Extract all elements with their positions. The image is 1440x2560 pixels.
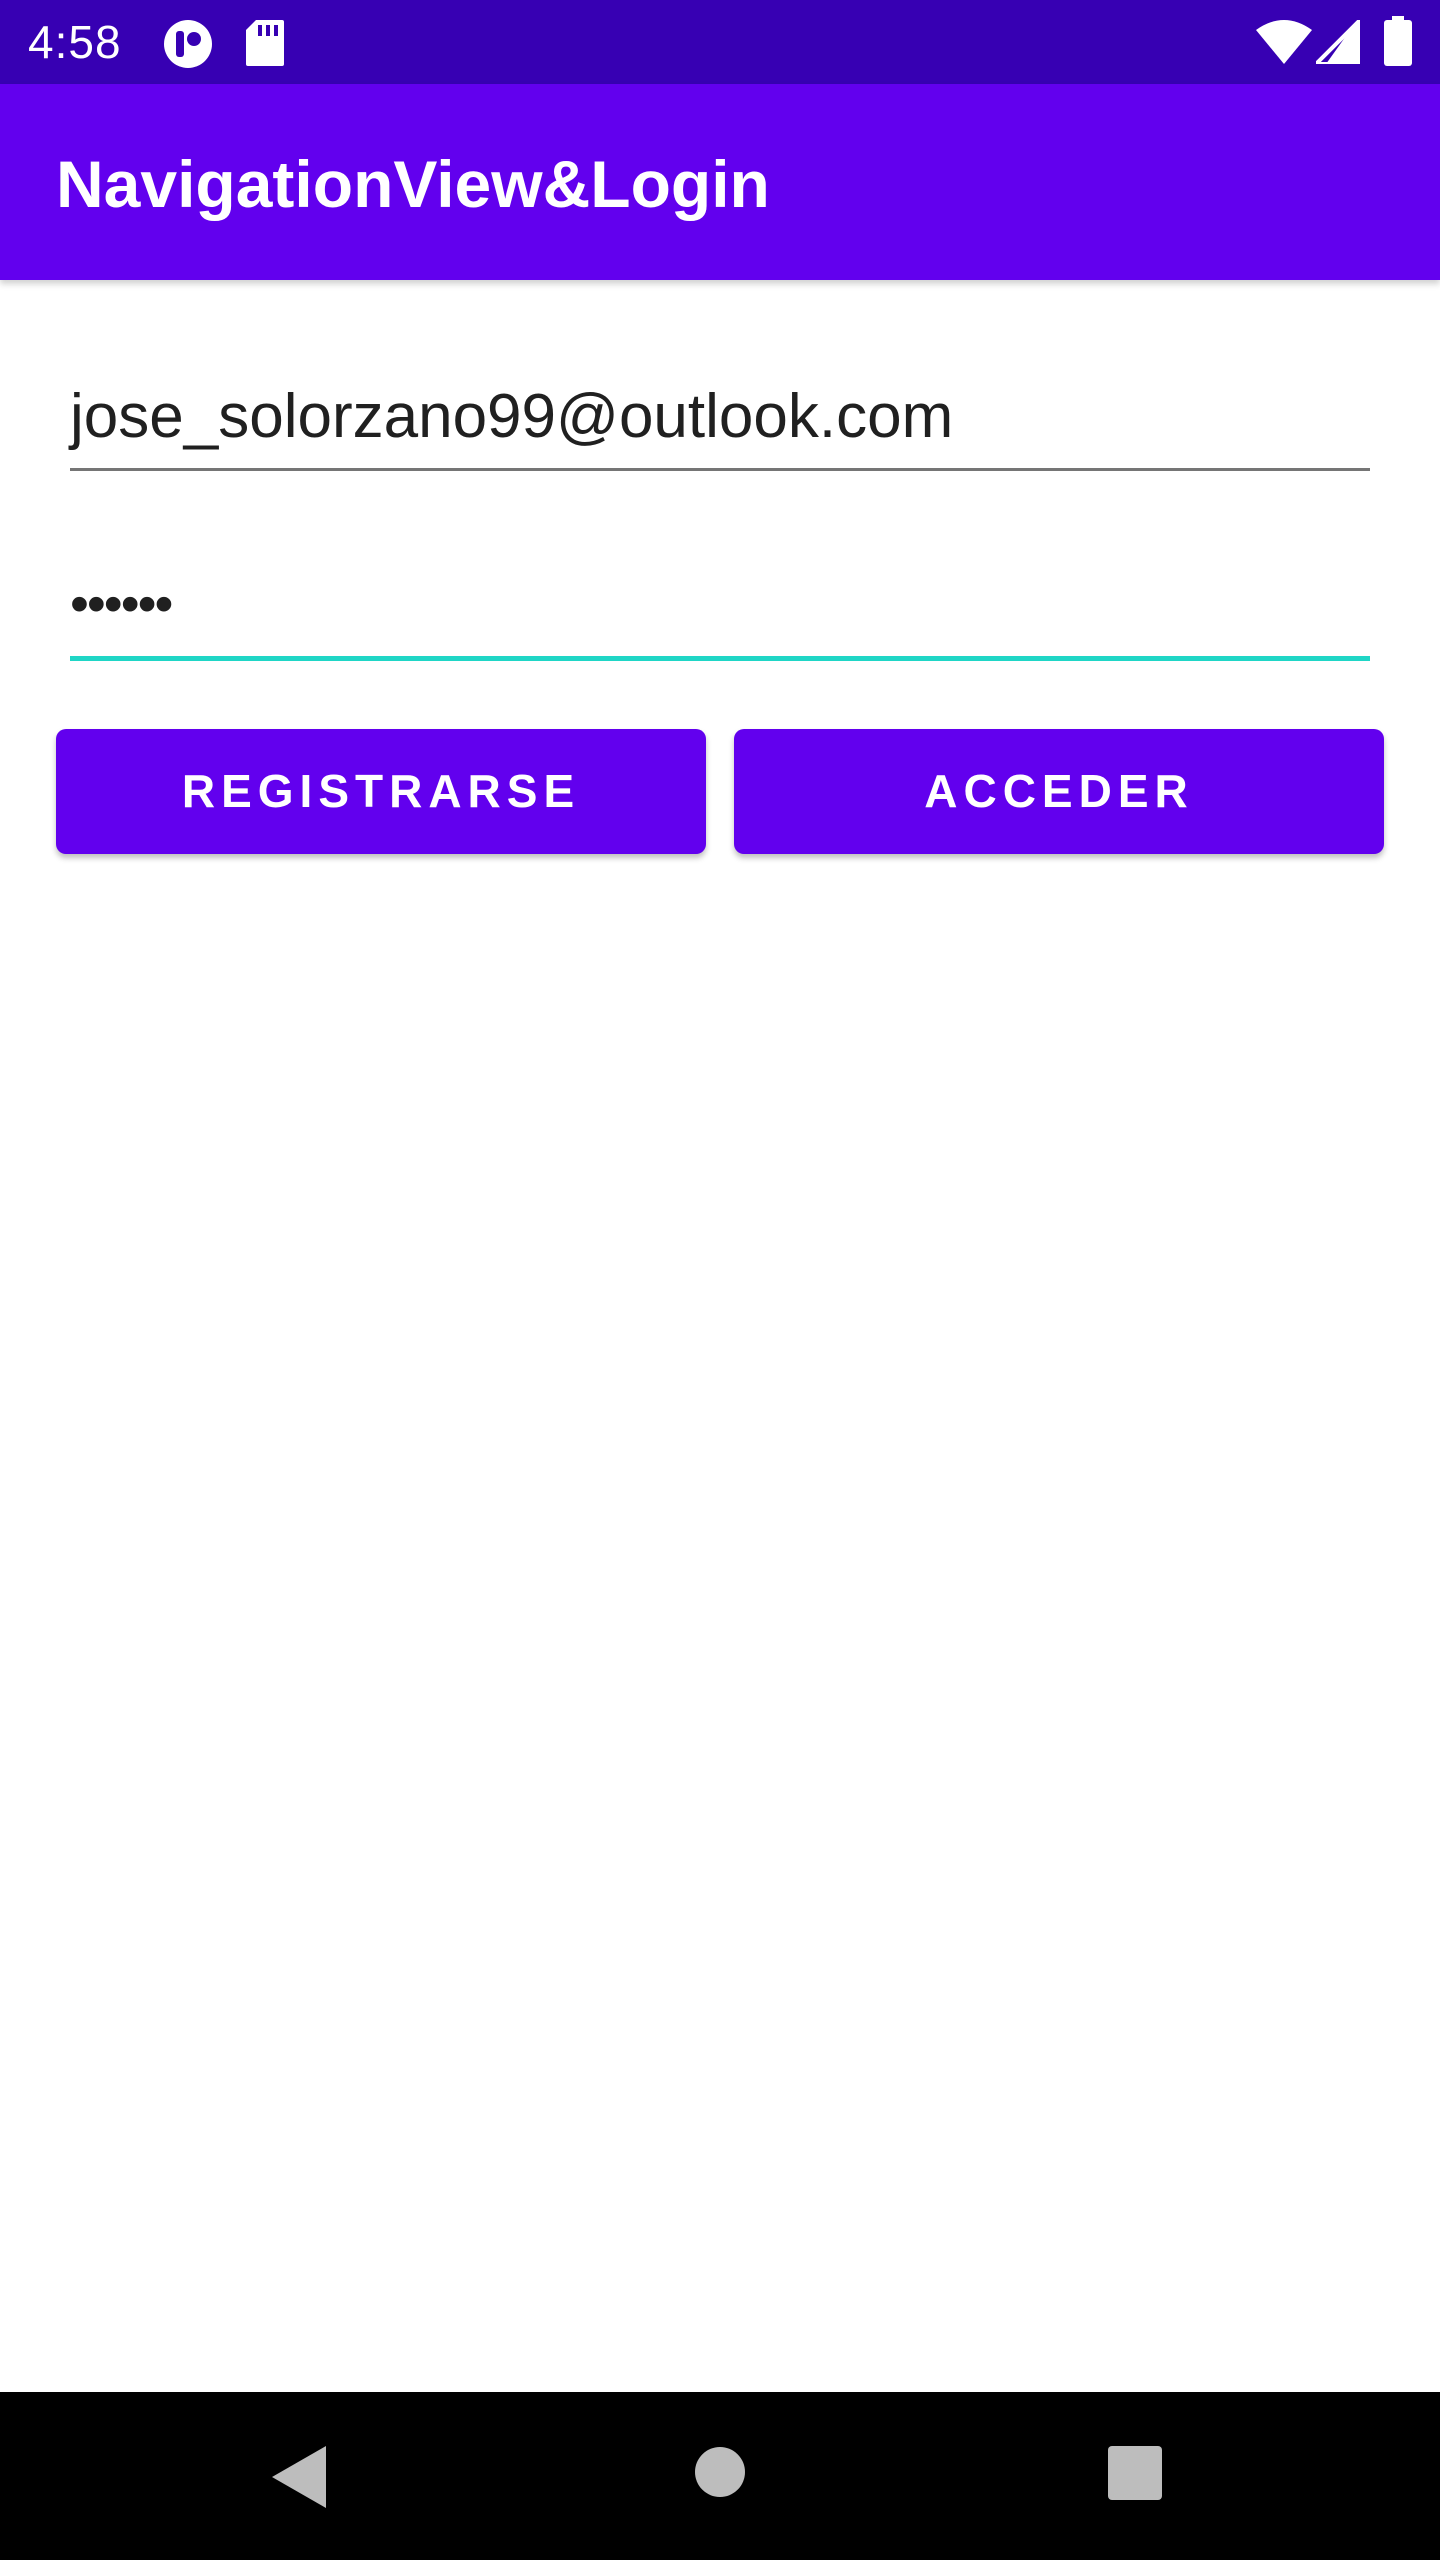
recents-icon[interactable] xyxy=(1108,2446,1162,2500)
password-field[interactable]: •••••• xyxy=(70,558,1370,661)
battery-icon xyxy=(1384,16,1412,66)
login-screen: 4:58 NavigationView&Login jose_solorzano… xyxy=(0,0,1440,2560)
notification-app-icon xyxy=(164,20,212,68)
back-icon[interactable] xyxy=(272,2446,328,2508)
login-button[interactable]: ACCEDER xyxy=(734,729,1384,854)
email-value: jose_solorzano99@outlook.com xyxy=(70,382,954,451)
cell-signal-icon xyxy=(1316,20,1360,64)
app-bar: NavigationView&Login xyxy=(0,84,1440,280)
register-button[interactable]: REGISTRARSE xyxy=(56,729,706,854)
status-bar: 4:58 xyxy=(0,0,1440,84)
app-title: NavigationView&Login xyxy=(56,147,770,221)
wifi-icon xyxy=(1256,20,1312,64)
sd-card-icon xyxy=(246,20,284,66)
home-icon[interactable] xyxy=(694,2446,746,2498)
email-field[interactable]: jose_solorzano99@outlook.com xyxy=(70,372,1370,471)
status-time: 4:58 xyxy=(28,16,122,68)
password-value: •••••• xyxy=(70,574,173,634)
system-nav-bar xyxy=(0,2392,1440,2560)
